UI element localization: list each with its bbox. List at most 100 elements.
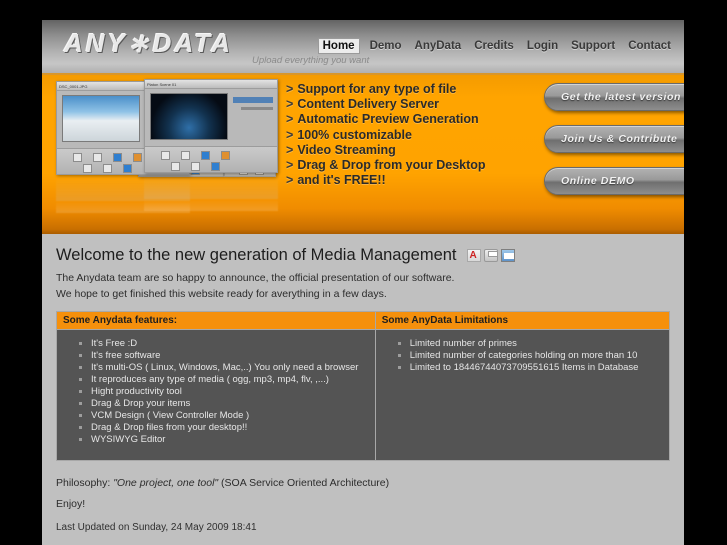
screenshot-reflection [144, 173, 278, 211]
enjoy-text: Enjoy! [56, 498, 86, 510]
hero-banner: DSC_0001.JPG Platon Scene 01 > Support f… [42, 75, 684, 234]
page-title: Welcome to the new generation of Media M… [56, 246, 670, 265]
feature-label: Automatic Preview Generation [297, 112, 479, 127]
screenshot-icon [133, 153, 142, 162]
screenshot-thumb-space: Platon Scene 01 [144, 79, 278, 173]
limitation-bullet-list: Limited number of primes Limited number … [376, 338, 669, 374]
screenshot-icon [123, 164, 132, 173]
feature-label: Drag & Drop from your Desktop [297, 158, 486, 173]
table-row: It's Free :D It's free software It's mul… [56, 329, 671, 461]
site-logo[interactable]: ANY∗DATA [64, 28, 233, 59]
table-header-row: Some Anydata features: Some AnyData Limi… [56, 311, 671, 330]
app-screenshot-collage: DSC_0001.JPG Platon Scene 01 [56, 79, 278, 213]
list-item: Limited number of primes [410, 338, 669, 350]
philosophy-suffix: (SOA Service Oriented Architecture) [218, 477, 390, 489]
list-item: Limited number of categories holding on … [410, 350, 669, 362]
philosophy-prefix: Philosophy: [56, 477, 114, 489]
nav-item-home[interactable]: Home [317, 38, 360, 54]
chevron-right-icon: > [286, 82, 294, 96]
list-item: Hight productivity tool [91, 386, 375, 398]
article-paragraph-2: We hope to get finished this website rea… [56, 288, 387, 300]
screenshot-icon [83, 164, 92, 173]
philosophy-quote: "One project, one tool" [113, 477, 219, 489]
join-us-contribute-button[interactable]: Join Us & Contribute [544, 125, 684, 153]
features-limitations-table: Some Anydata features: Some AnyData Limi… [56, 311, 671, 461]
screenshot-icon [161, 151, 170, 160]
nav-item-login[interactable]: Login [524, 38, 561, 54]
list-item: Drag & Drop files from your desktop!! [91, 422, 375, 434]
philosophy-line: Philosophy: "One project, one tool" (SOA… [56, 477, 670, 489]
list-item: It's free software [91, 350, 375, 362]
list-item: WYSIWYG Editor [91, 434, 375, 446]
email-icon[interactable] [500, 249, 515, 262]
article-tools [466, 249, 515, 262]
feature-label: and it's FREE!! [297, 173, 386, 188]
reflection-band [144, 199, 278, 211]
list-item: It's Free :D [91, 338, 375, 350]
reflection-body [144, 173, 278, 199]
feature-item: > Video Streaming [286, 143, 486, 158]
screenshot-dock [145, 146, 277, 172]
table-cell-limitations: Limited number of primes Limited number … [374, 329, 671, 461]
screenshot-icon [191, 162, 200, 171]
pdf-icon[interactable] [466, 249, 481, 262]
screenshot-icon [221, 151, 230, 160]
nav-item-demo[interactable]: Demo [367, 38, 405, 54]
screenshot-icon [171, 162, 180, 171]
article-paragraph-1: The Anydata team are so happy to announc… [56, 272, 455, 284]
screenshot-titlebar: Platon Scene 01 [145, 80, 277, 89]
nav-item-credits[interactable]: Credits [471, 38, 517, 54]
chevron-right-icon: > [286, 112, 294, 127]
site-header: ANY∗DATA Upload everything you want Home… [42, 20, 684, 75]
screenshot-icon [181, 151, 190, 160]
screenshot-icon [103, 164, 112, 173]
nav-item-anydata[interactable]: AnyData [412, 38, 465, 54]
feature-bullet-list: It's Free :D It's free software It's mul… [57, 338, 375, 446]
feature-list: > Support for any type of file > Content D… [286, 82, 486, 188]
chevron-right-icon: > [286, 127, 294, 142]
online-demo-button[interactable]: Online DEMO [544, 167, 684, 195]
screenshot-panel [233, 97, 273, 103]
feature-item: > Support for any type of file [286, 82, 486, 97]
chevron-right-icon: > [286, 142, 294, 157]
screenshot-preview-image [62, 95, 140, 142]
feature-item: >100% customizable [286, 128, 486, 143]
screenshot-icon [93, 153, 102, 162]
feature-item: > Drag & Drop from your Desktop [286, 158, 486, 173]
nav-item-contact[interactable]: Contact [625, 38, 674, 54]
screenshot-icon [201, 151, 210, 160]
screenshot-panel-line [241, 107, 273, 110]
table-header-features: Some Anydata features: [56, 311, 376, 330]
feature-item: > and it's FREE!! [286, 173, 486, 188]
chevron-right-icon: > [286, 97, 294, 112]
banner-cta-buttons: Get the latest version Join Us & Contrib… [544, 83, 684, 209]
site-tagline: Upload everything you want [252, 55, 370, 66]
screenshot-body [145, 89, 277, 147]
screenshot-icon [113, 153, 122, 162]
list-item: VCM Design ( View Controller Mode ) [91, 410, 375, 422]
screenshot-preview-image [150, 93, 228, 140]
page-title-text: Welcome to the new generation of Media M… [56, 246, 457, 264]
feature-label: Support for any type of file [297, 82, 457, 96]
print-icon[interactable] [483, 249, 498, 262]
main-navigation: Home Demo AnyData Credits Login Support … [317, 38, 674, 54]
main-content: Welcome to the new generation of Media M… [42, 234, 684, 545]
list-item: It's multi-OS ( Linux, Windows, Mac,..) … [91, 362, 375, 374]
screenshot-icon [211, 162, 220, 171]
chevron-right-icon: > [286, 173, 294, 188]
table-header-limitations: Some AnyData Limitations [374, 311, 671, 330]
feature-item: > Content Delivery Server [286, 97, 486, 112]
list-item: It reproduces any type of media ( ogg, m… [91, 374, 375, 386]
screenshot-icon [73, 153, 82, 162]
last-updated-text: Last Updated on Sunday, 24 May 2009 18:4… [56, 522, 257, 533]
chevron-right-icon: > [286, 158, 294, 173]
nav-item-support[interactable]: Support [568, 38, 618, 54]
feature-label: 100% customizable [297, 127, 412, 142]
list-item: Drag & Drop your items [91, 398, 375, 410]
feature-label: Content Delivery Server [297, 97, 440, 112]
table-cell-features: It's Free :D It's free software It's mul… [56, 329, 376, 461]
feature-item: > Automatic Preview Generation [286, 112, 486, 127]
get-latest-version-button[interactable]: Get the latest version [544, 83, 684, 111]
page-container: ANY∗DATA Upload everything you want Home… [42, 20, 684, 545]
list-item: Limited to 18446744073709551615 Items in… [410, 362, 669, 374]
